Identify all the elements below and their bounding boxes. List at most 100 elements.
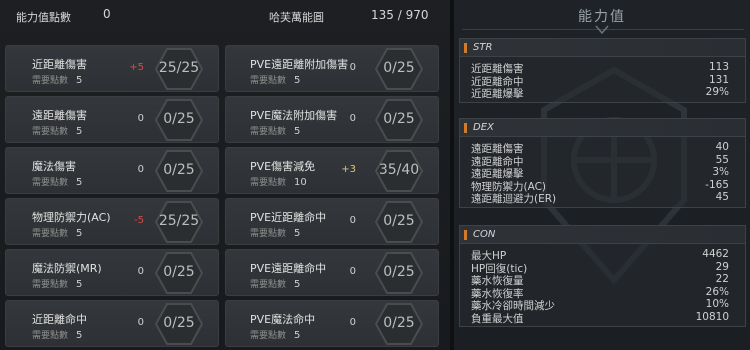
bonus-value: 0 — [137, 317, 144, 328]
stat-card[interactable]: 遠距離傷害 需要點數 5 0 0/25 — [5, 96, 219, 143]
cost-value: 5 — [76, 75, 83, 86]
stat-row: 遠距離命中 55 — [460, 153, 745, 168]
cost-label: 需要點數 — [32, 76, 69, 86]
cost-label: 需要點數 — [250, 76, 287, 86]
cost-row: 需要點數 5 — [32, 226, 82, 239]
cost-value: 5 — [294, 75, 301, 86]
stat-name: PVE魔法命中 — [250, 313, 316, 326]
cost-value: 5 — [294, 126, 301, 137]
available-points-label: 能力值點數 — [16, 11, 71, 24]
cost-value: 5 — [294, 228, 301, 239]
stat-level: 0/25 — [383, 60, 415, 76]
stats-panel-title: 能力值 — [578, 9, 626, 25]
cost-label: 需要點數 — [32, 178, 69, 188]
stat-row-name: 負重最大值 — [471, 312, 524, 325]
stat-name: 魔法防禦(MR) — [32, 262, 102, 275]
cost-row: 需要點數 5 — [250, 73, 300, 86]
bonus-value: 0 — [137, 266, 144, 277]
stat-level: 0/25 — [383, 111, 415, 127]
cost-label: 需要點數 — [32, 331, 69, 341]
stat-level: 35/40 — [378, 162, 420, 178]
stat-name: 遠距離傷害 — [32, 109, 87, 122]
stat-card[interactable]: PVE魔法命中 需要點數 5 0 0/25 — [225, 300, 439, 347]
stat-row: 物理防禦力(AC) -165 — [460, 178, 745, 193]
cost-row: 需要點數 5 — [32, 73, 82, 86]
stat-card[interactable]: 物理防禦力(AC) 需要點數 5 -5 25/25 — [5, 198, 219, 245]
bonus-value: -5 — [134, 215, 144, 226]
stat-level: 25/25 — [158, 60, 200, 76]
cost-row: 需要點數 5 — [250, 277, 300, 290]
bonus-value: +5 — [129, 62, 144, 73]
stat-row-value: 40 — [715, 141, 729, 153]
section-label: CON — [473, 229, 496, 240]
stat-card[interactable]: PVE魔法附加傷害 需要點數 5 0 0/25 — [225, 96, 439, 143]
stat-name: 近距離命中 — [32, 313, 87, 326]
stat-name: 近距離傷害 — [32, 58, 87, 71]
range-value: 135 / 970 — [371, 8, 429, 22]
stat-row: HP回復(tic) 29 — [460, 261, 745, 275]
section-label: DEX — [473, 122, 494, 133]
stat-section-con: CON 最大HP 4462 HP回復(tic) 29 藥水恢復量 22 藥水恢復率 26% 藥水冷… — [459, 225, 746, 327]
stat-card[interactable]: PVE遠距離附加傷害 需要點數 5 0 0/25 — [225, 45, 439, 92]
stat-section-dex: DEX 遠距離傷害 40 遠距離命中 55 遠距離爆擊 3% 物理防禦力(AC) -165 遠距離… — [459, 118, 746, 208]
bonus-value: 0 — [349, 317, 356, 328]
stats-panel: 能力值 STR 近距離傷害 113 近距離命中 131 近距離爆擊 29% DEX 遠距離傷害 4… — [454, 0, 750, 350]
stat-name: PVE遠距離附加傷害 — [250, 58, 349, 71]
stat-name: PVE傷害減免 — [250, 160, 316, 173]
bonus-value: 0 — [349, 266, 356, 277]
cost-label: 需要點數 — [32, 229, 69, 239]
stat-card[interactable]: PVE傷害減免 需要點數 10 +3 35/40 — [225, 147, 439, 194]
cost-label: 需要點數 — [250, 178, 287, 188]
stat-row: 遠距離傷害 40 — [460, 141, 745, 155]
stat-name: PVE魔法附加傷害 — [250, 109, 338, 122]
stat-row-value: 10% — [705, 298, 729, 310]
stat-row: 近距離命中 131 — [460, 73, 745, 88]
stat-section-str: STR 近距離傷害 113 近距離命中 131 近距離爆擊 29% — [459, 38, 746, 103]
stat-row-value: 113 — [708, 61, 729, 73]
cost-label: 需要點數 — [250, 331, 287, 341]
stat-card[interactable]: 魔法防禦(MR) 需要點數 5 0 0/25 — [5, 249, 219, 296]
stat-card[interactable]: 魔法傷害 需要點數 5 0 0/25 — [5, 147, 219, 194]
stat-row: 遠距離迴避力(ER) 45 — [460, 191, 745, 205]
stat-level: 0/25 — [383, 213, 415, 229]
stat-row-value: 3% — [712, 166, 729, 178]
bonus-value: 0 — [349, 215, 356, 226]
range-label: 哈芙萬能圓 — [269, 11, 324, 24]
stat-level: 0/25 — [383, 264, 415, 280]
points-summary-bar: 能力值點數 0 哈芙萬能圓 135 / 970 — [0, 0, 450, 32]
cost-row: 需要點數 5 — [250, 226, 300, 239]
cost-label: 需要點數 — [250, 229, 287, 239]
stat-row-name: 近距離爆擊 — [471, 88, 524, 100]
stat-level: 0/25 — [163, 315, 195, 331]
stat-card[interactable]: 近距離傷害需要點數 5 +5 25/25 — [5, 45, 219, 92]
accent-bar — [464, 43, 467, 53]
stat-card[interactable]: 近距離命中需要點數 5 0 0/25 — [5, 300, 219, 347]
cost-row: 需要點數 5 — [250, 124, 300, 137]
stat-level: 0/25 — [163, 162, 195, 178]
section-header: STR — [460, 39, 745, 57]
cost-value: 5 — [76, 330, 83, 341]
stat-card[interactable]: PVE遠距離命中 需要點數 5 0 0/25 — [225, 249, 439, 296]
stat-card[interactable]: PVE近距離命中 需要點數 5 0 0/25 — [225, 198, 439, 245]
stat-row: 藥水恢復率 26% — [460, 285, 745, 300]
accent-bar — [464, 123, 467, 133]
stat-name: PVE遠距離命中 — [250, 262, 327, 275]
cost-value: 5 — [294, 330, 301, 341]
stat-name: 物理防禦力(AC) — [32, 211, 111, 224]
stat-row-value: -165 — [705, 178, 729, 191]
stat-row-value: 29% — [705, 86, 729, 98]
cost-label: 需要點數 — [32, 280, 69, 290]
stat-row-value: 131 — [708, 73, 729, 86]
stat-row-value: 10810 — [695, 310, 729, 323]
stat-row: 遠距離爆擊 3% — [460, 166, 745, 180]
stat-row: 負重最大值 10810 — [460, 310, 745, 325]
stat-row: 藥水恢復量 22 — [460, 273, 745, 287]
stat-row-value: 26% — [705, 285, 729, 298]
cost-value: 5 — [294, 279, 301, 290]
points-allocation-panel: 能力值點數 0 哈芙萬能圓 135 / 970 近距離傷害需要點數 5 +5 25/2… — [0, 0, 450, 350]
stat-row-value: 55 — [715, 153, 729, 166]
accent-bar — [464, 230, 467, 240]
stat-row-name: 遠距離迴避力(ER) — [471, 193, 557, 205]
cost-row: 需要點數 5 — [32, 175, 82, 188]
cost-row: 需要點數 5 — [32, 328, 82, 341]
